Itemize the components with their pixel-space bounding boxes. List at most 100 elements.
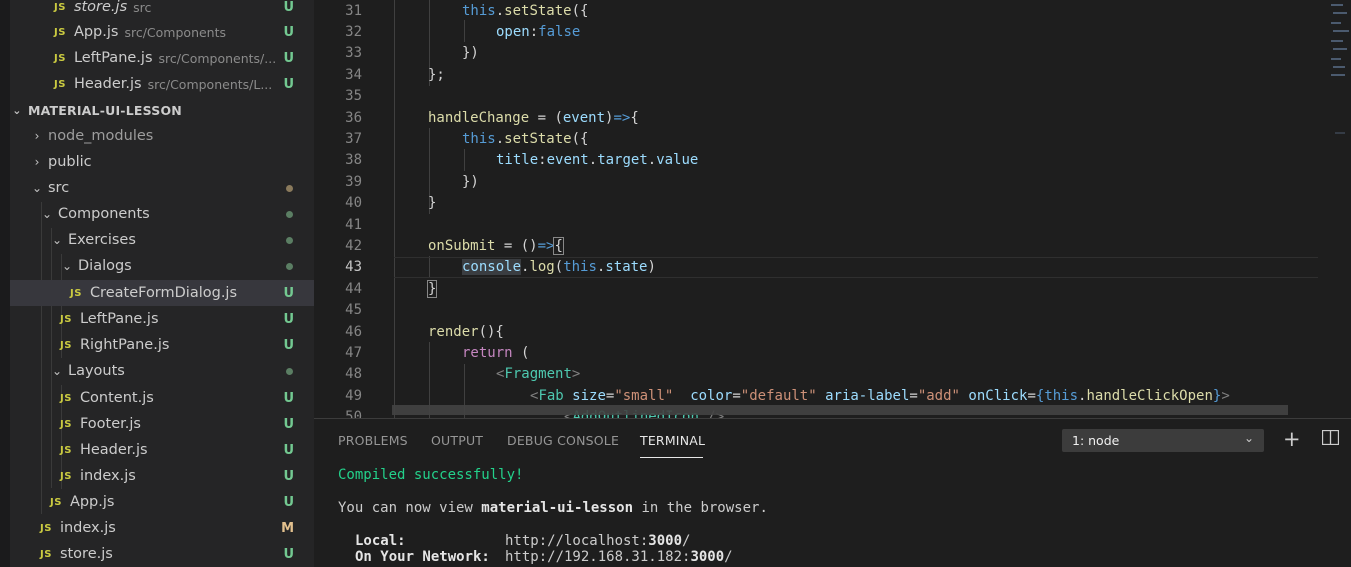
chevron-right-icon: › [34,129,40,143]
line-number: 40 [345,195,362,212]
js-file-icon: JS [70,287,82,299]
tree-file-create-form-dialog[interactable]: JS CreateFormDialog.js U [10,280,314,306]
line-number: 39 [345,173,362,190]
terminal-compiled-line: Compiled successfully! [338,467,524,483]
tab-debug-console[interactable]: DEBUG CONSOLE [507,433,619,448]
js-file-icon: JS [54,1,66,13]
line-code: open:false [496,24,581,41]
tree-file-rightpane[interactable]: JS RightPane.js U [10,332,314,358]
chevron-down-icon: ⌄ [12,103,22,117]
terminal-select[interactable]: 1: node ⌄ [1062,429,1264,452]
line-code: title:event.target.value [496,152,699,169]
line-code: <Fragment> [496,366,581,383]
chevron-down-icon: ⌄ [31,181,43,195]
folder-name: public [48,154,92,170]
tree-file-leftpane[interactable]: JS LeftPane.js U [10,306,314,332]
untracked-dot-icon [286,262,293,270]
git-status: U [283,442,294,458]
file-name: store.js [59,546,113,562]
file-name: index.js [79,468,136,484]
git-status: U [283,76,294,92]
git-status: U [283,390,294,406]
tab-terminal[interactable]: TERMINAL [640,433,705,448]
tree-file-index[interactable]: JS index.js M [10,515,314,541]
line-code: return ( [462,345,530,362]
open-editor-leftpane[interactable]: JS LeftPane.js src/Components/... U [10,45,314,71]
code-line: 33 }) [314,43,1324,64]
tree-folder-exercises[interactable]: ⌄ Exercises [10,227,314,253]
open-editor-app[interactable]: JS App.js src/Components U [10,19,314,45]
tree-file-store[interactable]: JS store.js U [10,541,314,567]
line-code: console.log(this.state) [462,259,656,276]
code-line: 42 onSubmit = ()=>{ [314,235,1324,256]
line-number: 35 [345,88,362,105]
tree-folder-src[interactable]: ⌄ src [10,175,314,201]
line-code: }) [462,45,479,62]
line-number: 36 [345,109,362,126]
git-status: U [283,546,294,562]
line-code: <Fab size="small" color="default" aria-l… [530,387,1230,404]
line-code: render(){ [428,323,504,340]
chevron-down-icon: ⌄ [41,207,53,221]
line-code: } [426,279,438,298]
file-path: src/Components/L... [147,76,273,92]
tree-file-content[interactable]: JS Content.js U [10,385,314,411]
code-line: 40 } [314,193,1324,214]
tree-folder-components[interactable]: ⌄ Components [10,201,314,227]
code-line: 38 title:event.target.value [314,150,1324,171]
code-line: 32 open:false [314,21,1324,42]
tree-folder-dialogs[interactable]: ⌄ Dialogs [10,253,314,279]
open-editor-store[interactable]: JS store.js src U [10,0,314,20]
folder-name: Dialogs [78,258,132,274]
js-file-icon: JS [60,313,72,325]
chevron-down-icon: ⌄ [1243,431,1254,445]
file-name: CreateFormDialog.js [89,285,238,301]
git-status: U [283,0,294,15]
line-number: 31 [345,2,362,19]
project-section-header[interactable]: ⌄ MATERIAL-UI-LESSON [10,97,314,123]
tree-file-footer[interactable]: JS Footer.js U [10,411,314,437]
tree-file-app[interactable]: JS App.js U [10,489,314,515]
git-status: U [283,468,294,484]
line-number: 38 [345,152,362,169]
line-number: 41 [345,216,362,233]
minimap[interactable] [1327,0,1351,418]
code-editor[interactable]: 31 this.setState({ 32 open:false 33 }) 3… [314,0,1351,418]
open-editor-header[interactable]: JS Header.js src/Components/L... U [10,71,314,97]
tree-folder-node-modules[interactable]: › node_modules [10,123,314,149]
js-file-icon: JS [60,392,72,404]
file-name: App.js [73,24,119,40]
plus-icon[interactable]: + [1283,427,1301,451]
tree-folder-public[interactable]: › public [10,149,314,175]
folder-name: node_modules [48,128,154,144]
line-number: 46 [345,323,362,340]
split-terminal-icon[interactable] [1321,429,1340,450]
line-number: 44 [345,280,362,297]
untracked-dot-icon [286,367,293,375]
chevron-down-icon: ⌄ [51,233,63,247]
file-name: RightPane.js [79,337,170,353]
terminal-select-value: 1: node [1072,433,1120,448]
tree-file-header[interactable]: JS Header.js U [10,437,314,463]
line-code: } [428,195,437,212]
line-number: 45 [345,302,362,319]
file-name: Content.js [79,390,154,406]
git-status: U [283,311,294,327]
chevron-down-icon: ⌄ [61,259,73,273]
terminal-network-line: On Your Network: http://192.168.31.182:30… [355,549,733,565]
tab-problems[interactable]: PROBLEMS [338,433,408,448]
file-name: LeftPane.js [79,311,159,327]
git-status: U [283,337,294,353]
line-number: 49 [345,387,362,404]
js-file-icon: JS [60,339,72,351]
tab-output[interactable]: OUTPUT [431,433,483,448]
terminal-view-line: You can now view material-ui-lesson in t… [338,500,768,516]
code-line-current: 43 console.log(this.state) [345,256,1318,279]
git-status: M [281,520,294,536]
activity-strip [0,0,10,567]
tree-folder-layouts[interactable]: ⌄ Layouts [10,358,314,384]
code-line: 47 return ( [314,342,1324,363]
horizontal-scrollbar[interactable] [392,405,1288,415]
folder-name: Layouts [68,363,125,379]
tree-file-layouts-index[interactable]: JS index.js U [10,463,314,489]
